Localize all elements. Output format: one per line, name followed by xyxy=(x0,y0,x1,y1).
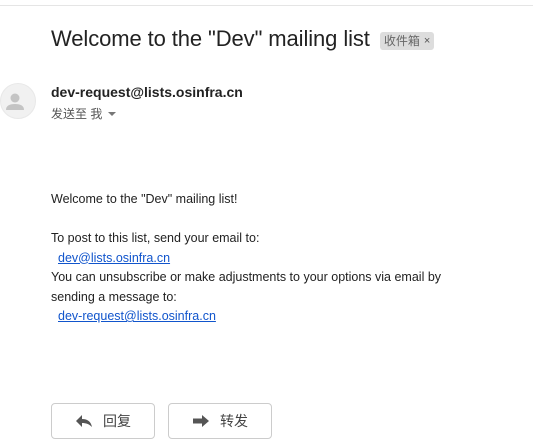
reply-button[interactable]: 回复 xyxy=(51,403,155,439)
forward-button[interactable]: 转发 xyxy=(168,403,272,439)
recipient-text: 发送至 我 xyxy=(51,107,103,121)
caret-down-icon[interactable] xyxy=(108,112,117,116)
body-line-welcome: Welcome to the "Dev" mailing list! xyxy=(51,192,238,206)
remove-label-icon[interactable]: × xyxy=(424,35,430,47)
sender-address[interactable]: dev-request@lists.osinfra.cn xyxy=(51,84,243,100)
subject-row: Welcome to the "Dev" mailing list 收件箱 × xyxy=(51,26,435,52)
post-address-link[interactable]: dev@lists.osinfra.cn xyxy=(58,251,170,265)
request-address-link[interactable]: dev-request@lists.osinfra.cn xyxy=(58,309,216,323)
body-line-send-message: sending a message to: xyxy=(51,289,177,304)
person-icon xyxy=(6,93,24,110)
reply-arrow-icon xyxy=(76,415,92,427)
reply-label: 回复 xyxy=(103,414,131,430)
message-actions: 回复 转发 xyxy=(51,403,272,439)
inbox-label-chip[interactable]: 收件箱 × xyxy=(379,31,435,50)
body-line-unsubscribe: You can unsubscribe or make adjustments … xyxy=(51,270,442,284)
inbox-label-text: 收件箱 xyxy=(383,34,420,48)
forward-label: 转发 xyxy=(220,414,248,430)
top-divider xyxy=(0,0,533,6)
body-line-post-instructions: To post to this list, send your email to… xyxy=(51,231,260,245)
email-subject: Welcome to the "Dev" mailing list xyxy=(51,26,370,51)
email-view: Welcome to the "Dev" mailing list 收件箱 × … xyxy=(0,0,533,448)
forward-arrow-icon xyxy=(193,415,209,427)
sender-avatar xyxy=(0,83,36,119)
recipient-row: 发送至 我 xyxy=(51,105,117,122)
email-body: Welcome to the "Dev" mailing list! To po… xyxy=(51,190,481,327)
